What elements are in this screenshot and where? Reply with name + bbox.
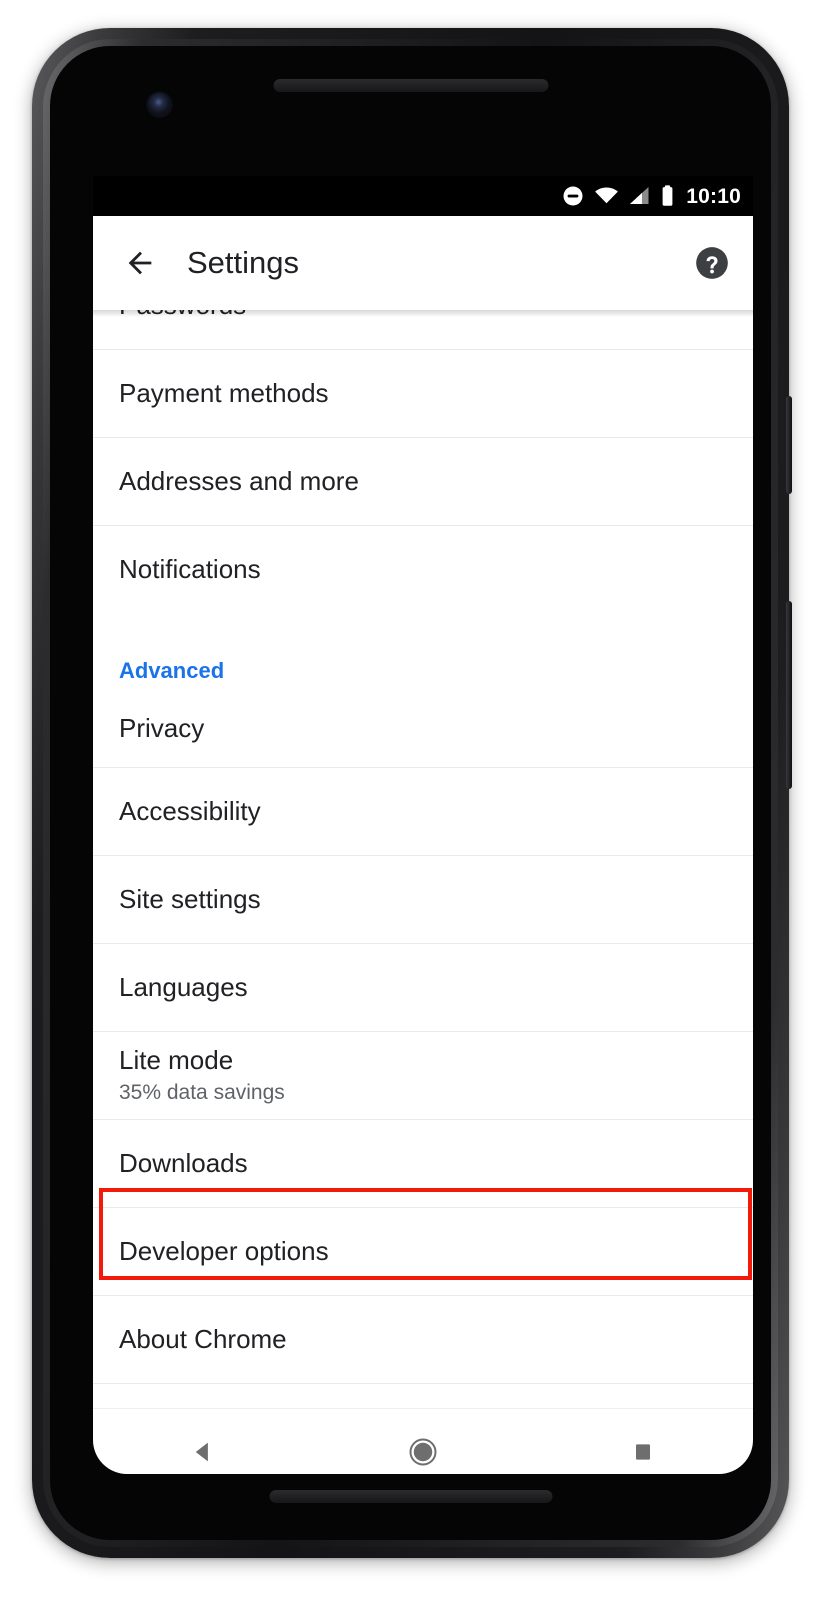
do-not-disturb-icon xyxy=(563,186,583,206)
list-item-sublabel: 35% data savings xyxy=(119,1081,285,1105)
list-item-lite-mode[interactable]: Lite mode 35% data savings xyxy=(93,1032,753,1120)
list-item-label: Developer options xyxy=(119,1236,329,1267)
triangle-back-icon xyxy=(195,1442,208,1461)
list-item-about-chrome[interactable]: About Chrome xyxy=(93,1296,753,1384)
list-item-languages[interactable]: Languages xyxy=(93,944,753,1032)
android-navigation-bar xyxy=(93,1408,753,1474)
help-circle-icon xyxy=(696,247,728,279)
status-bar: 10:10 xyxy=(93,176,753,216)
section-header-label: Advanced xyxy=(119,658,225,683)
list-item-payment-methods[interactable]: Payment methods xyxy=(93,350,753,438)
list-item-passwords[interactable]: Passwords xyxy=(93,310,753,350)
power-button[interactable] xyxy=(786,396,792,494)
settings-list: Passwords Payment methods Addresses and … xyxy=(93,310,753,1384)
help-button[interactable] xyxy=(693,244,731,282)
nav-recents-button[interactable] xyxy=(600,1422,686,1475)
list-item-addresses-and-more[interactable]: Addresses and more xyxy=(93,438,753,526)
status-bar-clock: 10:10 xyxy=(686,184,741,208)
list-item-downloads[interactable]: Downloads xyxy=(93,1120,753,1208)
square-recents-icon xyxy=(636,1443,650,1460)
list-item-label: Notifications xyxy=(119,554,261,585)
app-toolbar: Settings xyxy=(93,216,753,310)
list-item-label: Lite mode xyxy=(119,1045,234,1076)
volume-button[interactable] xyxy=(786,601,792,789)
list-item-developer-options[interactable]: Developer options xyxy=(93,1208,753,1296)
earpiece-speaker-grille xyxy=(273,79,548,92)
list-item-label: Downloads xyxy=(119,1148,248,1179)
phone-screen: 10:10 Settings Payment methods Addresses… xyxy=(93,176,753,1474)
list-item-label: Payment methods xyxy=(119,378,329,409)
list-item-label: Accessibility xyxy=(119,796,261,827)
list-item-accessibility[interactable]: Accessibility xyxy=(93,768,753,856)
phone-front-face: 10:10 Settings Payment methods Addresses… xyxy=(50,46,771,1540)
list-item-notifications[interactable]: Notifications xyxy=(93,526,753,614)
nav-home-button[interactable] xyxy=(380,1422,466,1475)
list-item-label: Passwords xyxy=(119,310,727,321)
settings-list-scroll[interactable]: Passwords Payment methods Addresses and … xyxy=(93,310,753,1408)
circle-home-icon xyxy=(409,1438,437,1465)
battery-icon xyxy=(662,185,673,206)
list-item-label: Site settings xyxy=(119,884,261,915)
phone-device-frame: 10:10 Settings Payment methods Addresses… xyxy=(32,28,792,1558)
nav-back-button[interactable] xyxy=(160,1422,246,1475)
list-item-label: Addresses and more xyxy=(119,466,359,497)
screenshot-stage: 10:10 Settings Payment methods Addresses… xyxy=(0,0,821,1600)
cell-signal-icon xyxy=(630,186,649,205)
section-header-advanced: Advanced xyxy=(93,614,753,690)
arrow-left-icon xyxy=(128,251,152,275)
back-button[interactable] xyxy=(117,240,163,286)
wifi-icon xyxy=(595,187,619,204)
page-title: Settings xyxy=(187,245,300,280)
front-camera-icon xyxy=(148,93,171,116)
list-item-site-settings[interactable]: Site settings xyxy=(93,856,753,944)
list-item-privacy[interactable]: Privacy xyxy=(93,690,753,768)
list-item-label: Privacy xyxy=(119,713,205,744)
list-item-label: About Chrome xyxy=(119,1324,287,1355)
bottom-speaker-grille xyxy=(269,1490,552,1503)
list-item-label: Languages xyxy=(119,972,248,1003)
